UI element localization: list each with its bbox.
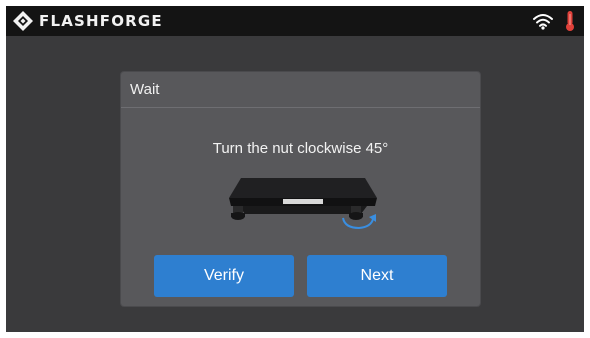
dialog-header: Wait (121, 72, 480, 108)
next-button[interactable]: Next (307, 255, 447, 297)
thermometer-icon[interactable] (564, 10, 576, 32)
brand-name: FLASHFORGE (39, 12, 163, 30)
wifi-icon[interactable] (532, 12, 554, 30)
status-icons (532, 10, 576, 32)
brand-logo: FLASHFORGE (12, 10, 163, 32)
verify-button[interactable]: Verify (154, 255, 294, 297)
dialog-title: Wait (130, 81, 160, 98)
dialog-message: Turn the nut clockwise 45° (212, 140, 389, 157)
top-status-bar: FLASHFORGE (6, 6, 584, 36)
wait-dialog: Wait Turn the nut clockwise 45° Verify N… (121, 72, 480, 306)
flashforge-logo-icon (13, 11, 33, 31)
printer-screen: FLASHFORGE Wait Turn the nut clockwise 4… (6, 6, 584, 332)
build-plate-leveling-nut-icon (229, 178, 377, 230)
